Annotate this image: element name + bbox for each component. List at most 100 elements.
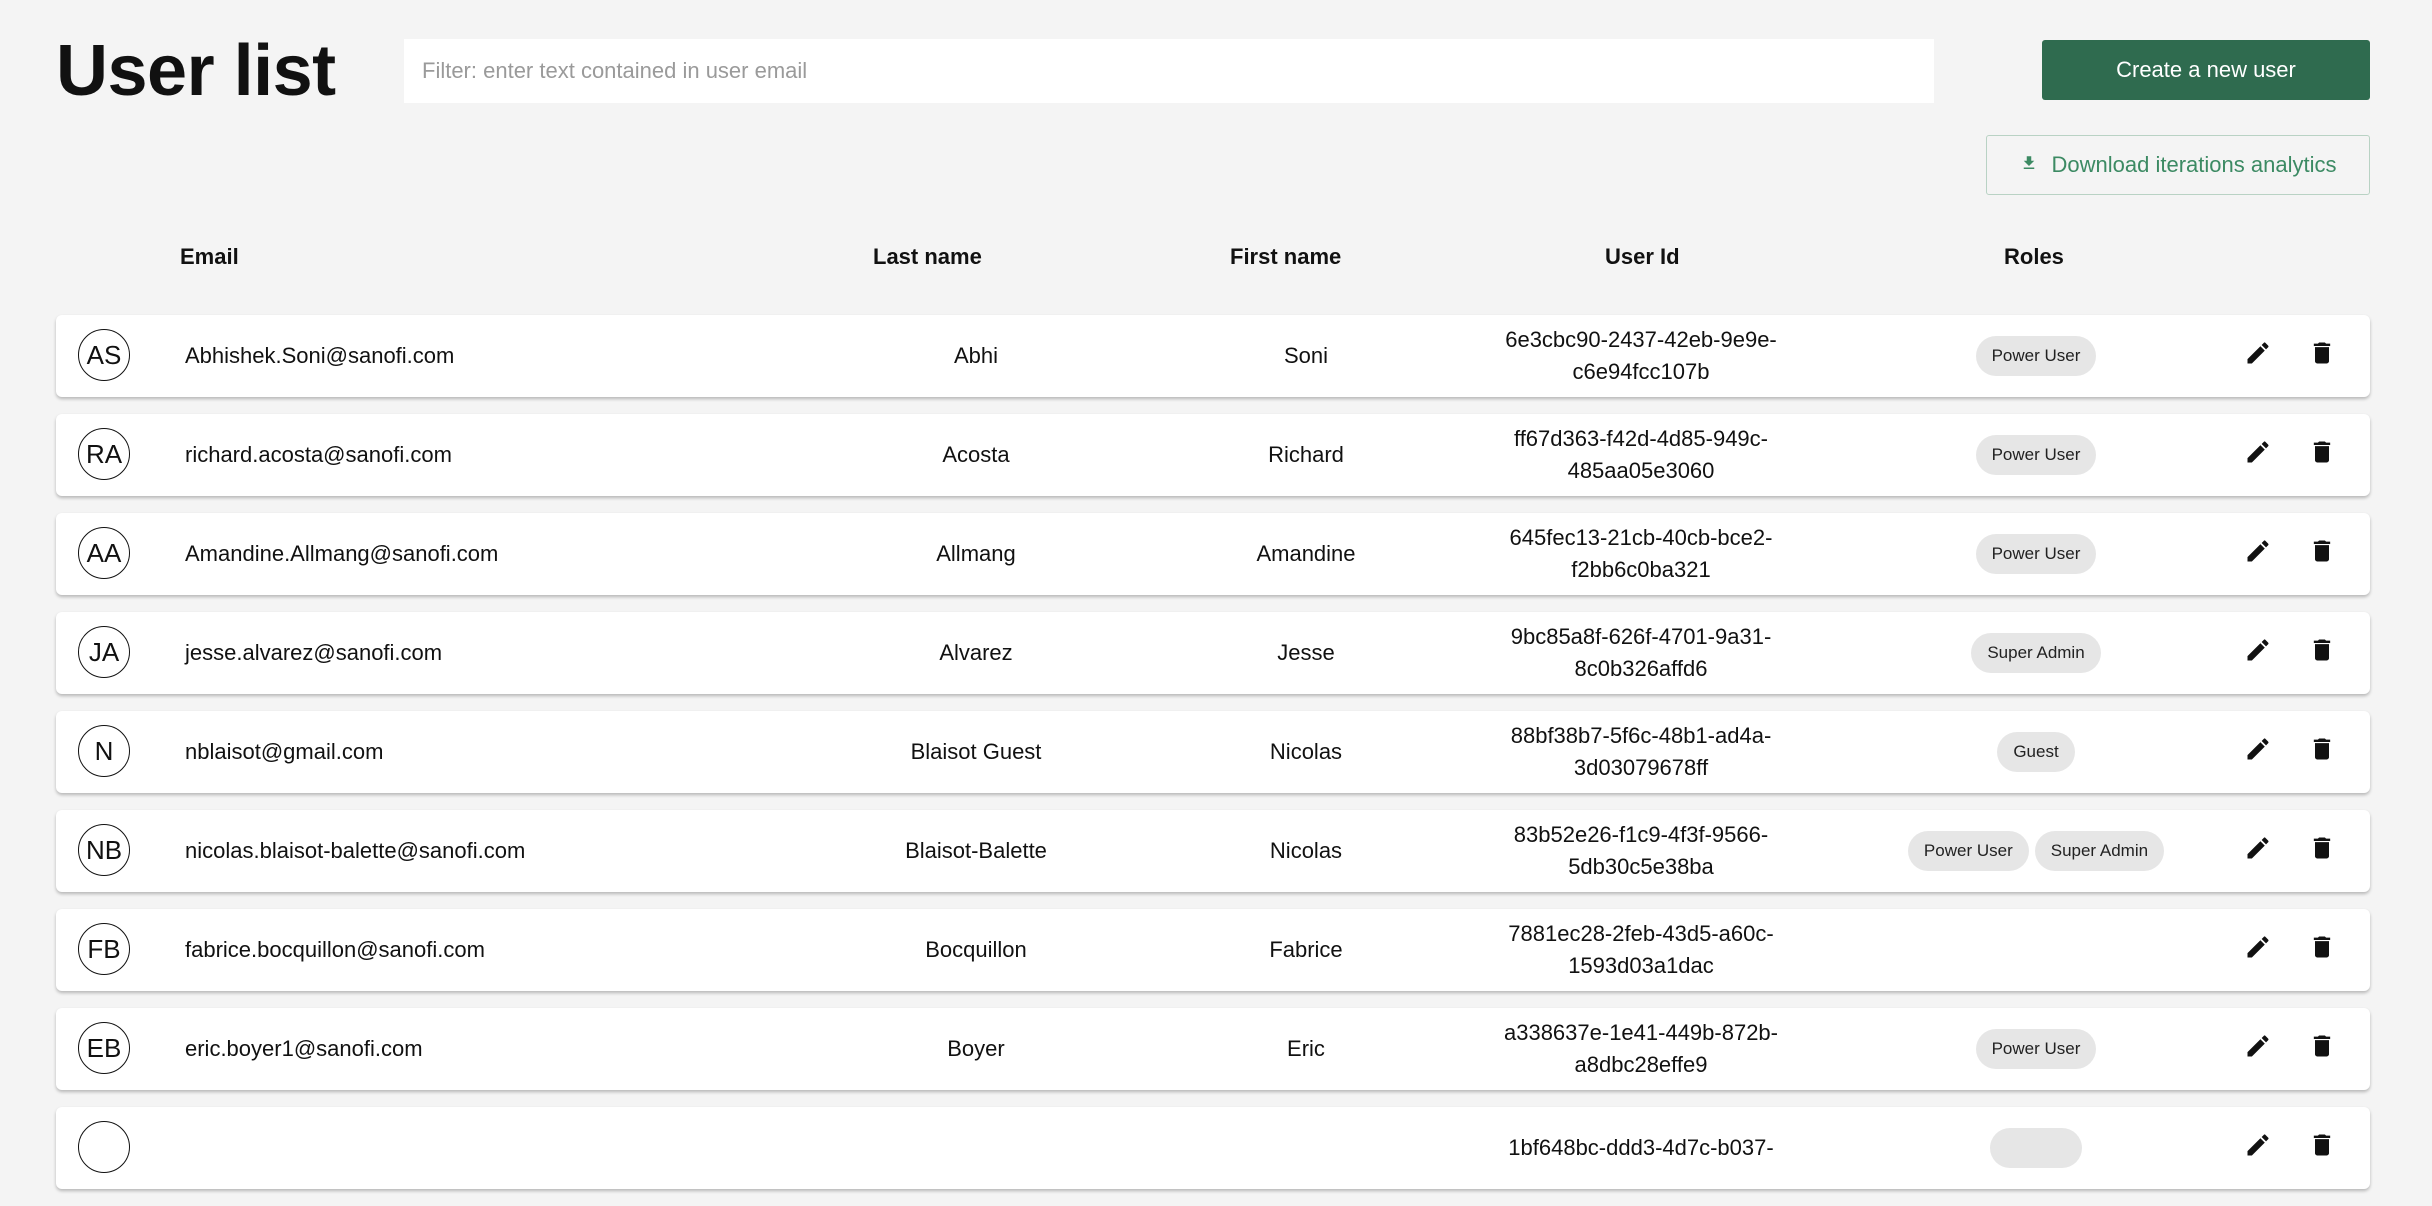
table-row[interactable]: N nblaisot@gmail.com Blaisot Guest Nicol… — [56, 711, 2370, 793]
user-id-part: 5db30c5e38ba — [1568, 854, 1714, 879]
edit-user-button[interactable] — [2242, 538, 2274, 570]
user-roles: Guest — [1816, 711, 2256, 793]
role-badge: Power User — [1975, 534, 2097, 574]
edit-user-button[interactable] — [2242, 340, 2274, 372]
delete-user-button[interactable] — [2306, 538, 2338, 570]
edit-user-button[interactable] — [2242, 1033, 2274, 1065]
user-roles — [1816, 1107, 2256, 1189]
column-header-user-id[interactable]: User Id — [1605, 244, 1680, 270]
table-row[interactable]: EB eric.boyer1@sanofi.com Boyer Eric a33… — [56, 1008, 2370, 1090]
user-id-part: a338637e-1e41-449b-872b- — [1503, 1020, 1778, 1045]
avatar: FB — [78, 923, 130, 975]
download-analytics-button[interactable]: Download iterations analytics — [1986, 135, 2370, 195]
user-table-body: AS Abhishek.Soni@sanofi.com Abhi Soni 6e… — [56, 315, 2370, 1206]
user-first-name: Nicolas — [1269, 739, 1343, 764]
edit-icon — [2244, 1131, 2272, 1165]
user-id-part: 645fec13-21cb-40cb-bce2- — [1509, 525, 1773, 550]
user-id: 1bf648bc-ddd3-4d7c-b037- — [1466, 1107, 1816, 1189]
role-badge: Power User — [1907, 831, 2029, 871]
column-header-roles[interactable]: Roles — [2004, 244, 2064, 270]
user-id: ff67d363-f42d-4d85-949c- 485aa05e3060 — [1466, 414, 1816, 496]
user-first-name: Fabrice — [1269, 937, 1343, 962]
create-user-button[interactable]: Create a new user — [2042, 40, 2370, 100]
table-row[interactable]: NB nicolas.blaisot-balette@sanofi.com Bl… — [56, 810, 2370, 892]
role-badge: Guest — [1997, 732, 2075, 772]
user-id-part: 6e3cbc90-2437-42eb-9e9e- — [1505, 327, 1777, 352]
download-icon — [2020, 152, 2038, 178]
email-filter-input[interactable] — [404, 39, 1934, 103]
column-header-first-name[interactable]: First name — [1230, 244, 1341, 270]
role-badge — [1990, 1128, 2082, 1168]
user-id-part: 1bf648bc-ddd3-4d7c-b037- — [1508, 1135, 1774, 1160]
user-roles: Super Admin — [1816, 612, 2256, 694]
user-last-name — [766, 1107, 1186, 1189]
edit-user-button[interactable] — [2242, 835, 2274, 867]
edit-icon — [2244, 735, 2272, 769]
role-badge: Power User — [1975, 435, 2097, 475]
edit-icon — [2244, 834, 2272, 868]
edit-user-button[interactable] — [2242, 1132, 2274, 1164]
column-header-email[interactable]: Email — [180, 244, 239, 270]
user-last-name: Blaisot Guest — [910, 739, 1042, 764]
column-header-last-name[interactable]: Last name — [873, 244, 982, 270]
delete-icon — [2308, 1032, 2336, 1066]
user-email: eric.boyer1@sanofi.com — [185, 1036, 423, 1061]
table-row[interactable]: JA jesse.alvarez@sanofi.com Alvarez Jess… — [56, 612, 2370, 694]
user-first-name: Amandine — [1256, 541, 1356, 566]
delete-user-button[interactable] — [2306, 835, 2338, 867]
table-row[interactable]: RA richard.acosta@sanofi.com Acosta Rich… — [56, 414, 2370, 496]
role-badge: Power User — [1975, 336, 2097, 376]
delete-user-button[interactable] — [2306, 637, 2338, 669]
user-id: 83b52e26-f1c9-4f3f-9566- 5db30c5e38ba — [1466, 810, 1816, 892]
table-header: Email Last name First name User Id Roles — [56, 240, 2370, 276]
user-id-part: c6e94fcc107b — [1572, 359, 1710, 384]
user-id-part: 3d03079678ff — [1573, 755, 1709, 780]
delete-user-button[interactable] — [2306, 439, 2338, 471]
user-id: 645fec13-21cb-40cb-bce2- f2bb6c0ba321 — [1466, 513, 1816, 595]
page-title: User list — [56, 31, 336, 111]
user-email: Abhishek.Soni@sanofi.com — [185, 343, 455, 368]
table-row[interactable]: 1bf648bc-ddd3-4d7c-b037- — [56, 1107, 2370, 1189]
delete-icon — [2308, 933, 2336, 967]
user-last-name: Boyer — [947, 1036, 1005, 1061]
download-analytics-label: Download iterations analytics — [2051, 152, 2337, 177]
delete-icon — [2308, 537, 2336, 571]
delete-icon — [2308, 438, 2336, 472]
delete-user-button[interactable] — [2306, 1033, 2338, 1065]
user-last-name: Abhi — [953, 343, 999, 368]
user-id-part: 83b52e26-f1c9-4f3f-9566- — [1513, 822, 1769, 847]
avatar: AS — [78, 329, 130, 381]
delete-user-button[interactable] — [2306, 1132, 2338, 1164]
user-id: 9bc85a8f-626f-4701-9a31- 8c0b326affd6 — [1466, 612, 1816, 694]
user-email: nicolas.blaisot-balette@sanofi.com — [185, 838, 526, 863]
user-first-name: Jesse — [1277, 640, 1335, 665]
avatar: JA — [78, 626, 130, 678]
edit-icon — [2244, 339, 2272, 373]
delete-user-button[interactable] — [2306, 736, 2338, 768]
user-roles: Power User Super Admin — [1816, 810, 2256, 892]
user-first-name: Nicolas — [1269, 838, 1343, 863]
user-email: richard.acosta@sanofi.com — [185, 442, 452, 467]
delete-icon — [2308, 636, 2336, 670]
delete-user-button[interactable] — [2306, 340, 2338, 372]
delete-icon — [2308, 834, 2336, 868]
edit-icon — [2244, 537, 2272, 571]
edit-icon — [2244, 438, 2272, 472]
user-roles: Power User — [1816, 513, 2256, 595]
table-row[interactable]: AA Amandine.Allmang@sanofi.com Allmang A… — [56, 513, 2370, 595]
user-first-name: Eric — [1287, 1036, 1325, 1061]
delete-icon — [2308, 735, 2336, 769]
avatar: EB — [78, 1022, 130, 1074]
user-email: nblaisot@gmail.com — [185, 739, 384, 764]
table-row[interactable]: AS Abhishek.Soni@sanofi.com Abhi Soni 6e… — [56, 315, 2370, 397]
edit-user-button[interactable] — [2242, 736, 2274, 768]
user-id: a338637e-1e41-449b-872b- a8dbc28effe9 — [1466, 1008, 1816, 1090]
edit-user-button[interactable] — [2242, 439, 2274, 471]
edit-user-button[interactable] — [2242, 934, 2274, 966]
delete-user-button[interactable] — [2306, 934, 2338, 966]
user-id-part: 9bc85a8f-626f-4701-9a31- — [1510, 624, 1772, 649]
user-id: 6e3cbc90-2437-42eb-9e9e- c6e94fcc107b — [1466, 315, 1816, 397]
edit-user-button[interactable] — [2242, 637, 2274, 669]
user-email: fabrice.bocquillon@sanofi.com — [185, 937, 485, 962]
table-row[interactable]: FB fabrice.bocquillon@sanofi.com Bocquil… — [56, 909, 2370, 991]
